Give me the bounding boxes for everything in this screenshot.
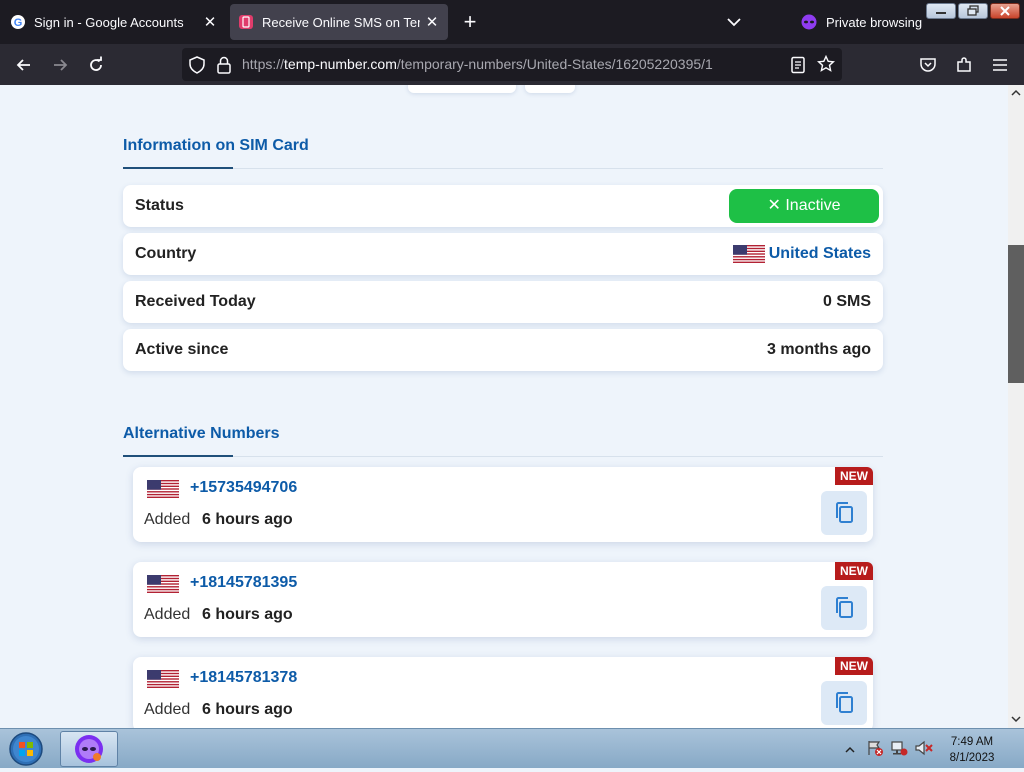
google-favicon-icon: G — [10, 14, 26, 30]
hamburger-menu-icon[interactable] — [986, 52, 1014, 78]
copy-icon — [833, 596, 855, 620]
phone-number-link[interactable]: +18145781395 — [190, 574, 297, 592]
phone-number-link[interactable]: +18145781378 — [190, 669, 297, 687]
alternative-numbers-heading: Alternative Numbers — [123, 425, 280, 442]
sim-status-row: Status ✕ Inactive — [123, 185, 883, 227]
new-badge: NEW — [835, 467, 873, 485]
section-divider — [123, 456, 883, 457]
page-content: Information on SIM Card Status ✕ Inactiv… — [0, 85, 1008, 728]
tab-google-sign-in[interactable]: G Sign in - Google Accounts ✕ — [0, 4, 226, 40]
tab-close-icon[interactable]: ✕ — [198, 13, 222, 31]
clock-date: 8/1/2023 — [949, 752, 995, 764]
action-center-flag-icon[interactable] — [866, 739, 884, 762]
tab-temp-number[interactable]: Receive Online SMS on Temporary Numbers … — [230, 4, 448, 40]
status-label: Status — [135, 197, 184, 214]
top-action-button[interactable] — [525, 85, 575, 93]
navigation-toolbar: https://temp-number.com/temporary-number… — [0, 44, 1024, 85]
volume-muted-icon[interactable] — [914, 739, 934, 762]
top-action-button[interactable] — [408, 85, 516, 93]
copy-icon — [833, 501, 855, 525]
forward-arrow-icon[interactable] — [46, 52, 74, 78]
added-time: 6 hours ago — [202, 701, 293, 718]
start-button[interactable] — [6, 731, 46, 767]
minimize-button[interactable] — [926, 3, 956, 19]
close-window-button[interactable] — [990, 3, 1020, 19]
us-flag-icon — [147, 480, 179, 503]
url-text: https://temp-number.com/temporary-number… — [242, 56, 713, 72]
new-badge: NEW — [835, 562, 873, 580]
added-label: Added — [144, 606, 191, 623]
country-label: Country — [135, 245, 197, 262]
url-bar[interactable]: https://temp-number.com/temporary-number… — [182, 48, 842, 81]
system-clock[interactable]: 7:49 AM 8/1/2023 — [938, 734, 1006, 766]
added-time: 6 hours ago — [202, 511, 293, 528]
active-since-value: 3 months ago — [766, 341, 871, 358]
active-since-row: Active since 3 months ago — [123, 329, 883, 371]
copy-button[interactable] — [821, 681, 867, 725]
section-underline — [123, 167, 233, 169]
section-underline — [123, 455, 233, 457]
pocket-icon[interactable] — [914, 52, 942, 78]
show-hidden-icons-icon[interactable] — [844, 742, 856, 760]
bookmark-star-icon[interactable] — [816, 54, 836, 78]
active-since-label: Active since — [135, 341, 229, 358]
private-mask-icon — [800, 14, 818, 30]
received-today-value: 0 SMS — [822, 293, 871, 310]
tab-close-icon[interactable]: ✕ — [420, 13, 444, 31]
reload-icon[interactable] — [82, 52, 110, 78]
received-today-label: Received Today — [135, 293, 256, 310]
received-today-row: Received Today 0 SMS — [123, 281, 883, 323]
added-label: Added — [144, 701, 191, 718]
alternative-number-card[interactable]: +15735494706 Added 6 hours ago NEW — [133, 467, 873, 542]
list-all-tabs-icon[interactable] — [722, 10, 746, 34]
added-time: 6 hours ago — [202, 606, 293, 623]
restore-button[interactable] — [958, 3, 988, 19]
added-label: Added — [144, 511, 191, 528]
tracking-protection-shield-icon[interactable] — [188, 56, 206, 79]
clock-time: 7:49 AM — [950, 736, 994, 748]
svg-text:G: G — [14, 17, 23, 29]
section-divider — [123, 168, 883, 169]
us-flag-icon — [732, 245, 765, 263]
country-value[interactable]: United States — [732, 233, 871, 275]
browser-tab-strip: G Sign in - Google Accounts ✕ Receive On… — [0, 0, 1024, 44]
new-tab-button[interactable]: + — [456, 8, 484, 36]
alternative-number-card[interactable]: +18145781378 Added 6 hours ago NEW — [133, 657, 873, 728]
status-badge: ✕ Inactive — [729, 189, 879, 223]
us-flag-icon — [147, 670, 179, 693]
reader-view-icon[interactable] — [790, 56, 806, 79]
vertical-scrollbar[interactable] — [1008, 85, 1024, 728]
network-icon[interactable] — [890, 739, 908, 762]
scrollbar-thumb[interactable] — [1008, 245, 1024, 383]
copy-button[interactable] — [821, 491, 867, 535]
sim-info-heading: Information on SIM Card — [123, 137, 309, 154]
tab-title: Sign in - Google Accounts — [34, 14, 184, 30]
lock-icon[interactable] — [216, 56, 232, 79]
us-flag-icon — [147, 575, 179, 598]
extensions-icon[interactable] — [950, 52, 978, 78]
country-name: United States — [768, 245, 871, 262]
private-browsing-label: Private browsing — [826, 14, 923, 30]
site-favicon-icon — [238, 14, 254, 30]
taskbar-firefox-private-button[interactable] — [60, 731, 118, 767]
copy-button[interactable] — [821, 586, 867, 630]
private-browsing-indicator: Private browsing — [800, 8, 922, 36]
phone-number-link[interactable]: +15735494706 — [190, 479, 297, 497]
back-arrow-icon[interactable] — [10, 52, 38, 78]
tab-title: Receive Online SMS on Temporary Numbers — [262, 14, 420, 30]
new-badge: NEW — [835, 657, 873, 675]
alternative-number-card[interactable]: +18145781395 Added 6 hours ago NEW — [133, 562, 873, 637]
copy-icon — [833, 691, 855, 715]
windows-taskbar: 7:49 AM 8/1/2023 — [0, 728, 1024, 768]
sim-country-row: Country United States — [123, 233, 883, 275]
